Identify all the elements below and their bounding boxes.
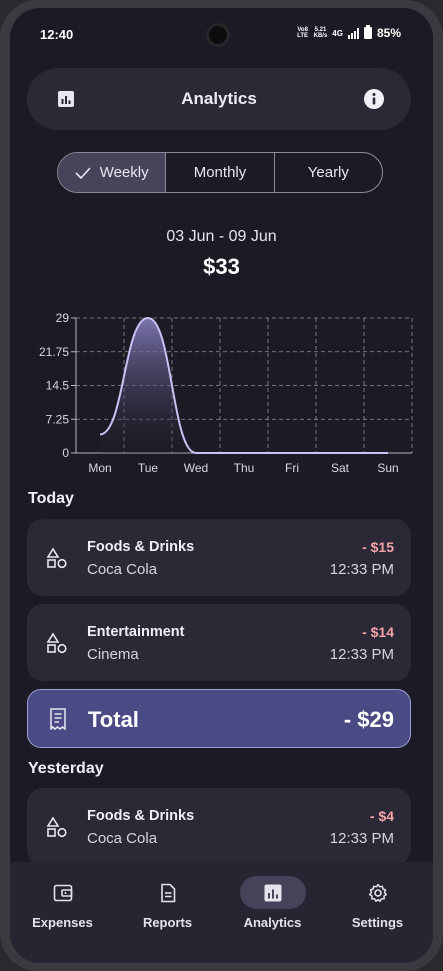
wallet-icon	[53, 884, 73, 902]
section-heading-today: Today	[28, 490, 74, 507]
x-tick-label: Thu	[234, 461, 255, 475]
shapes-icon	[46, 547, 67, 569]
transaction-category: Foods & Drinks	[87, 808, 195, 824]
transaction-time: 12:33 PM	[329, 646, 394, 663]
shapes-icon	[46, 816, 67, 838]
transaction-amount: - $4	[369, 808, 394, 824]
nav-settings-label: Settings	[351, 915, 404, 930]
y-tick-label: 7.25	[46, 412, 70, 426]
nav-settings[interactable]: Settings	[325, 862, 430, 963]
bar-chart-icon	[264, 884, 282, 902]
y-tick-label: 14.5	[46, 379, 70, 393]
network-type: 4G	[332, 28, 343, 38]
transaction-description: Coca Cola	[87, 830, 158, 847]
transaction-description: Cinema	[87, 646, 139, 663]
transaction-amount: - $15	[362, 539, 394, 555]
tab-weekly[interactable]: Weekly	[58, 153, 166, 192]
app-bar: Analytics	[27, 68, 411, 130]
shapes-icon	[46, 632, 67, 654]
battery-icon	[363, 25, 372, 39]
nav-reports-label: Reports	[142, 915, 193, 930]
status-indicators: Vo8 LTE 5.21 KB/s 4G 85%	[297, 25, 401, 40]
transaction-time: 12:33 PM	[329, 830, 394, 847]
nav-analytics[interactable]: Analytics	[220, 862, 325, 963]
nav-expenses-label: Expenses	[32, 915, 93, 930]
transaction-description: Coca Cola	[87, 561, 158, 578]
transaction-category: Entertainment	[87, 624, 185, 640]
transaction-amount: - $14	[362, 624, 394, 640]
tab-monthly-label: Monthly	[193, 164, 247, 181]
tab-monthly[interactable]: Monthly	[165, 153, 273, 192]
x-tick-label: Fri	[285, 461, 299, 475]
network-speed-unit: KB/s	[313, 33, 328, 39]
date-range: 03 Jun - 09 Jun	[166, 228, 277, 245]
y-tick-label: 21.75	[39, 345, 69, 359]
x-tick-label: Wed	[184, 461, 208, 475]
transaction-card[interactable]: Foods & Drinks Coca Cola - $4 12:33 PM	[27, 788, 411, 865]
signal-icon	[347, 27, 359, 39]
gear-icon	[368, 883, 388, 903]
info-icon[interactable]	[364, 89, 384, 109]
network-speed: 5.21 KB/s	[314, 27, 328, 39]
status-bar: 12:40 Vo8 LTE 5.21 KB/s 4G 85%	[10, 8, 433, 60]
total-amount: - $29	[343, 707, 394, 732]
section-heading-yesterday: Yesterday	[28, 760, 104, 777]
tab-yearly[interactable]: Yearly	[273, 153, 382, 192]
page-title: Analytics	[181, 89, 257, 108]
transaction-card[interactable]: Entertainment Cinema - $14 12:33 PM	[27, 604, 411, 681]
volte-indicator: Vo8 LTE	[297, 27, 309, 39]
phone-frame: 12:40 Vo8 LTE 5.21 KB/s 4G 85% Analytics	[0, 0, 443, 971]
x-tick-label: Sat	[331, 461, 350, 475]
y-tick-label: 0	[62, 446, 69, 460]
tab-yearly-label: Yearly	[307, 164, 349, 181]
weekly-spending-chart: 0 7.25 14.5 21.75 29 Mon Tue Wed Thu Fri Sat Sun	[39, 311, 413, 475]
daily-total-card: Total - $29	[27, 689, 411, 748]
receipt-icon	[50, 708, 66, 730]
total-label: Total	[88, 707, 139, 732]
document-icon	[161, 883, 176, 903]
y-tick-label: 29	[56, 311, 70, 325]
period-selector: Weekly Monthly Yearly	[57, 152, 383, 193]
nav-reports[interactable]: Reports	[115, 862, 220, 963]
nav-expenses[interactable]: Expenses	[10, 862, 115, 963]
tab-weekly-label: Weekly	[99, 164, 149, 181]
transaction-category: Foods & Drinks	[87, 539, 195, 555]
app-screen: 12:40 Vo8 LTE 5.21 KB/s 4G 85% Analytics	[10, 8, 433, 963]
transaction-card[interactable]: Foods & Drinks Coca Cola - $15 12:33 PM	[27, 519, 411, 596]
battery-percent: 85%	[376, 26, 401, 40]
nav-analytics-label: Analytics	[243, 915, 302, 930]
x-tick-label: Tue	[138, 461, 159, 475]
x-tick-label: Sun	[377, 461, 398, 475]
front-camera	[206, 23, 230, 47]
check-icon	[75, 166, 91, 179]
x-tick-label: Mon	[88, 461, 111, 475]
status-time: 12:40	[40, 27, 74, 42]
total-spent: $33	[203, 254, 240, 279]
transaction-time: 12:33 PM	[329, 561, 394, 578]
bottom-navigation: Expenses Reports Analytics Settings	[10, 862, 433, 963]
